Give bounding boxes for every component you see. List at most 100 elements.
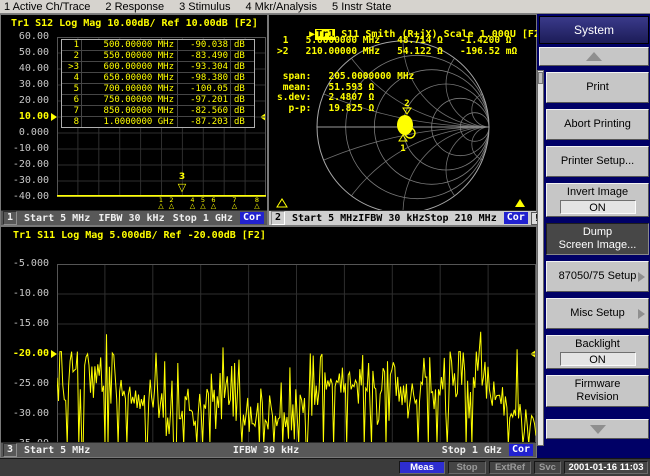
marker-frequency: 600.00000 MHz [82, 62, 178, 72]
y-axis-label: -10.00 [3, 143, 49, 154]
start-frequency: Start 5 MHz [292, 213, 358, 224]
panel1-title[interactable]: Tr1 S12 Log Mag 10.00dB/ Ref 10.00dB [F2… [11, 18, 258, 29]
marker-number: 2 [62, 51, 82, 61]
y-axis-label: -5.000 [3, 258, 49, 269]
softkey-scroll-up-button[interactable] [539, 47, 649, 66]
stop-frequency: Stop 1 GHz [173, 213, 233, 224]
softkey-invert-image-button[interactable]: Invert ImageON [546, 183, 649, 217]
y-axis-label: 10.00 [3, 111, 49, 122]
stimulus-marker-7: 7△ [228, 197, 240, 210]
softkey-label: Print [586, 81, 609, 94]
marker-value: -98.380 [178, 73, 231, 83]
marker-frequency: 700.00000 MHz [82, 84, 178, 94]
ifbw-value: IFBW 30 kHz [358, 213, 424, 224]
stop-frequency: Stop 210 MHz [424, 213, 496, 224]
panel-ch3-s11-logmag: Tr1 S11 Log Mag 5.000dB/ Ref -20.00dB [F… [0, 226, 537, 458]
softkey-menu-title: System [539, 16, 649, 44]
correction-badge: Cor [509, 444, 533, 456]
marker-frequency: 750.00000 MHz [82, 95, 178, 105]
menu-5-instr-state[interactable]: 5 Instr State [332, 1, 391, 13]
arrow-up-icon [586, 52, 602, 61]
marker-unit: dB [231, 62, 254, 72]
y-axis-label: 50.00 [3, 47, 49, 58]
softkey-dump-screen-image-button[interactable]: DumpScreen Image... [546, 223, 649, 255]
softkey-abort-printing-button[interactable]: Abort Printing [546, 109, 649, 140]
start-frequency: Start 5 MHz [24, 445, 90, 456]
y-axis-label: -30.00 [3, 175, 49, 186]
smith-marker-readout: 1 5.0000000 MHz 48.714 Ω -1.4200 Ω>2 210… [277, 36, 517, 57]
statistics-line: p-p: 19.825 Ω [277, 104, 414, 115]
menu-2-response[interactable]: 2 Response [105, 1, 164, 13]
softkey-invert-image-state: ON [560, 200, 636, 214]
marker-frequency: 650.00000 MHz [82, 73, 178, 83]
softkey-firmware-revision-button[interactable]: FirmwareRevision [546, 375, 649, 407]
marker-triangle-icon: ▽ [176, 182, 188, 193]
y-axis-label: -25.00 [3, 378, 49, 389]
stop-status-badge: Stop [448, 461, 486, 474]
channel3-number: 3 [3, 443, 17, 457]
softkey-label: Misc Setup [570, 307, 624, 320]
correction-badge: Cor [504, 212, 528, 224]
marker-value: -90.038 [178, 40, 231, 50]
marker-table-row: 4650.00000 MHz-98.380dB [62, 73, 254, 84]
panel3-plot-area[interactable] [57, 264, 536, 444]
channel2-number: 2 [271, 211, 285, 225]
softkey-label: Abort Printing [564, 118, 631, 131]
y-axis-label: 0.000 [3, 127, 49, 138]
smith-marker-1: 1 [399, 135, 407, 154]
marker-number: 1 [62, 40, 82, 50]
marker-number: 4 [62, 73, 82, 83]
softkey-print-button[interactable]: Print [546, 72, 649, 103]
start-frequency: Start 5 MHz [24, 213, 90, 224]
marker-table-row: 2550.00000 MHz-83.490dB [62, 51, 254, 62]
marker-value: -100.05 [178, 84, 231, 94]
y-axis-label: -20.00 [3, 348, 49, 359]
instrument-statusbar: Meas Stop ExtRef Svc 2001-01-16 11:03 [0, 458, 650, 476]
softkey-scroll-down-button[interactable] [546, 419, 649, 439]
softkey-printer-setup-button[interactable]: Printer Setup... [546, 146, 649, 177]
marker-unit: dB [231, 95, 254, 105]
softkey-label: 87050/75 Setup [559, 270, 637, 283]
marker-frequency: 550.00000 MHz [82, 51, 178, 61]
smith-trace-blob [397, 115, 415, 138]
marker-value: -87.203 [178, 117, 231, 127]
svg-text:1: 1 [400, 144, 405, 154]
softkey-label: Backlight [575, 338, 620, 351]
marker-value: -97.201 [178, 95, 231, 105]
softkey-label: Invert Image [567, 186, 628, 199]
softkey-label: Firmware [575, 378, 621, 391]
marker-table-row: 6750.00000 MHz-97.201dB [62, 95, 254, 106]
y-axis-label: 40.00 [3, 63, 49, 74]
marker-frequency: 850.00000 MHz [82, 106, 178, 116]
softkey-label: Screen Image... [559, 239, 637, 252]
softkey-87050-75-setup-button[interactable]: 87050/75 Setup [546, 261, 649, 292]
measurement-status-badge: Meas [399, 461, 445, 474]
softkey-backlight-state: ON [560, 352, 636, 366]
y-axis-label: 30.00 [3, 79, 49, 90]
y-axis-label: 60.00 [3, 31, 49, 42]
submenu-arrow-icon [638, 309, 645, 319]
y-axis-label: -40.00 [3, 191, 49, 202]
menu-3-stimulus[interactable]: 3 Stimulus [179, 1, 230, 13]
panel3-statusbar: 3 Start 5 MHz IFBW 30 kHz Stop 1 GHz Cor [1, 442, 536, 457]
softkey-scrollbar[interactable] [537, 70, 544, 446]
marker-triangle-icon: △ [165, 203, 177, 210]
marker-number: 6 [62, 95, 82, 105]
svc-status-badge: Svc [534, 461, 561, 474]
softkey-label: Dump [583, 226, 612, 239]
marker-triangle-icon: △ [251, 203, 263, 210]
statistics-line: s.dev: 2.4807 Ω [277, 93, 414, 104]
scrollbar-thumb[interactable] [538, 72, 543, 84]
max-indicator-icon [515, 199, 525, 207]
softkey-misc-setup-button[interactable]: Misc Setup [546, 298, 649, 329]
menu-1-active-ch-trace[interactable]: 1 Active Ch/Trace [4, 1, 90, 13]
menu-4-mkr-analysis[interactable]: 4 Mkr/Analysis [245, 1, 317, 13]
panel2-statusbar: 2 Start 5 MHz IFBW 30 kHz Stop 210 MHz C… [269, 210, 536, 225]
softkey-menu: System Print Abort Printing Printer Setup.… [537, 14, 650, 458]
channel1-number: 1 [3, 211, 17, 225]
y-axis-label: -30.00 [3, 408, 49, 419]
panel3-title[interactable]: Tr1 S11 Log Mag 5.000dB/ Ref -20.00dB [F… [13, 230, 266, 241]
panel1-statusbar: 1 Start 5 MHz IFBW 30 kHz Stop 1 GHz Cor [1, 210, 267, 225]
marker-table: 1500.00000 MHz-90.038dB2550.00000 MHz-83… [61, 39, 255, 128]
softkey-backlight-button[interactable]: BacklightON [546, 335, 649, 369]
